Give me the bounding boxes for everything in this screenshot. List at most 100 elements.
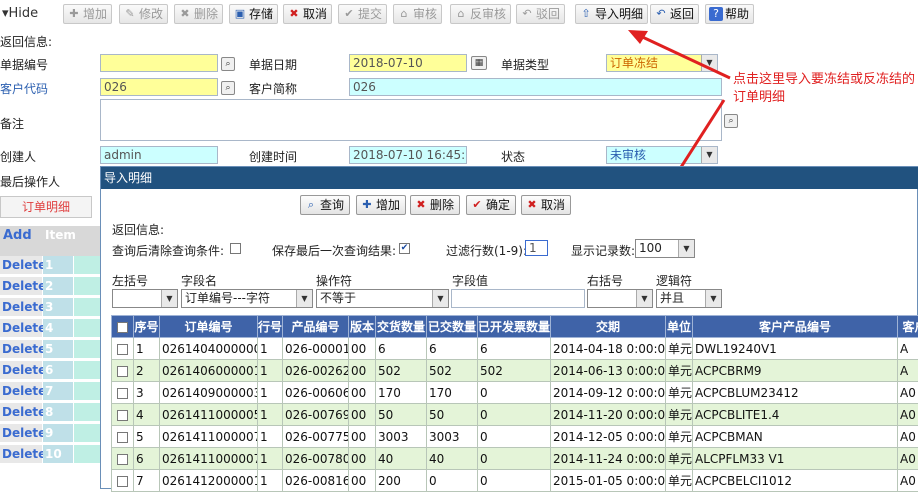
dialog-cancel-button[interactable]: ✖取消 bbox=[521, 195, 571, 215]
remark-field[interactable] bbox=[100, 99, 722, 141]
toolbar-reject-button[interactable]: ↶驳回 bbox=[516, 4, 565, 24]
operator-select[interactable]: 不等于▼ bbox=[316, 289, 449, 308]
toolbar-delete-button[interactable]: ✖删除 bbox=[174, 4, 223, 24]
detail-row-delete-link[interactable]: Delete bbox=[0, 445, 42, 463]
toolbar-return-button[interactable]: ↶返回 bbox=[650, 4, 699, 24]
detail-row-cell[interactable] bbox=[74, 361, 100, 379]
row-select-cell[interactable] bbox=[112, 426, 134, 448]
detail-row-delete-link[interactable]: Delete bbox=[0, 340, 42, 358]
detail-row-cell[interactable] bbox=[74, 277, 100, 295]
detail-row-delete-link[interactable]: Delete bbox=[0, 403, 42, 421]
grid-column-header[interactable]: 已开发票数量 bbox=[478, 316, 551, 338]
table-row[interactable]: 1026140400000011026-00001006662014-04-18… bbox=[112, 338, 918, 360]
customer-picker-icon[interactable]: ⌕ bbox=[221, 81, 235, 95]
toolbar-import-button[interactable]: ⇧导入明细 bbox=[575, 4, 648, 24]
detail-row-cell[interactable] bbox=[74, 256, 100, 274]
dialog-plus-button[interactable]: ✚增加 bbox=[356, 195, 406, 215]
table-row[interactable]: 2026140600000121026-00262005025025022014… bbox=[112, 360, 918, 382]
detail-row-delete-link[interactable]: Delete bbox=[0, 256, 42, 274]
grid-column-header[interactable]: 已交数量 bbox=[427, 316, 478, 338]
field-name-select[interactable]: 订单编号---字符▼ bbox=[181, 289, 313, 308]
detail-row-cell[interactable] bbox=[74, 445, 100, 463]
grid-column-header[interactable]: 客户产品编号 bbox=[693, 316, 898, 338]
grid-column-header[interactable]: 订单编号 bbox=[160, 316, 258, 338]
row-select-cell[interactable] bbox=[112, 338, 134, 360]
toolbar-approve-button[interactable]: ⌂审核 bbox=[393, 4, 442, 24]
row-checkbox[interactable] bbox=[117, 388, 128, 399]
toolbar-submit-button[interactable]: ✔提交 bbox=[338, 4, 387, 24]
row-select-cell[interactable] bbox=[112, 360, 134, 382]
toolbar-unapprove-button[interactable]: ⌂反审核 bbox=[450, 4, 511, 24]
doc-date-field[interactable]: 2018-07-10 bbox=[349, 54, 467, 72]
doc-no-field[interactable] bbox=[100, 54, 218, 72]
doc-no-picker-icon[interactable]: ⌕ bbox=[221, 57, 235, 71]
grid-column-header[interactable]: 交货数量 bbox=[376, 316, 427, 338]
chevron-down-icon[interactable]: ▼ bbox=[636, 290, 652, 307]
toolbar-plus-button[interactable]: ✚增加 bbox=[63, 4, 112, 24]
row-checkbox[interactable] bbox=[117, 344, 128, 355]
detail-row-delete-link[interactable]: Delete bbox=[0, 298, 42, 316]
table-row[interactable]: 7026141200000141026-0081600200002015-01-… bbox=[112, 470, 918, 492]
dialog-confirm-button[interactable]: ✔确定 bbox=[466, 195, 516, 215]
add-row-link[interactable]: Add bbox=[3, 228, 32, 243]
grid-column-header[interactable]: 版本 bbox=[349, 316, 376, 338]
detail-row-delete-link[interactable]: Delete bbox=[0, 361, 42, 379]
detail-row-cell[interactable] bbox=[74, 319, 100, 337]
detail-row-delete-link[interactable]: Delete bbox=[0, 382, 42, 400]
row-select-cell[interactable] bbox=[112, 382, 134, 404]
dialog-delete-button[interactable]: ✖删除 bbox=[410, 195, 460, 215]
grid-column-header[interactable]: 产品编号 bbox=[283, 316, 349, 338]
detail-row-cell[interactable] bbox=[74, 424, 100, 442]
toolbar-edit-button[interactable]: ✎修改 bbox=[119, 4, 168, 24]
select-all-checkbox[interactable] bbox=[117, 322, 128, 333]
logic-select[interactable]: 并且▼ bbox=[656, 289, 722, 308]
show-count-select[interactable]: 100▼ bbox=[635, 239, 695, 258]
chevron-down-icon[interactable]: ▼ bbox=[701, 147, 717, 163]
row-checkbox[interactable] bbox=[117, 432, 128, 443]
detail-row-delete-link[interactable]: Delete bbox=[0, 424, 42, 442]
status-select[interactable]: 未审核▼ bbox=[606, 146, 718, 164]
table-row[interactable]: 3026140900000331026-006060017017002014-0… bbox=[112, 382, 918, 404]
grid-column-header[interactable]: 交期 bbox=[551, 316, 666, 338]
filter-rows-input[interactable]: 1 bbox=[525, 240, 548, 256]
tab-order-detail[interactable]: 订单明细 bbox=[0, 196, 92, 218]
row-select-cell[interactable] bbox=[112, 470, 134, 492]
clear-after-query-checkbox[interactable] bbox=[230, 243, 241, 254]
detail-row-cell[interactable] bbox=[74, 403, 100, 421]
grid-column-header[interactable]: 序号 bbox=[134, 316, 160, 338]
row-checkbox[interactable] bbox=[117, 476, 128, 487]
toolbar-save-button[interactable]: ▣存储 bbox=[229, 4, 278, 24]
row-checkbox[interactable] bbox=[117, 366, 128, 377]
chevron-down-icon[interactable]: ▼ bbox=[701, 55, 717, 71]
row-checkbox[interactable] bbox=[117, 454, 128, 465]
row-select-cell[interactable] bbox=[112, 404, 134, 426]
left-paren-select[interactable]: ▼ bbox=[112, 289, 178, 308]
field-value-input[interactable] bbox=[451, 289, 585, 308]
chevron-down-icon[interactable]: ▼ bbox=[705, 290, 721, 307]
chevron-down-icon[interactable]: ▼ bbox=[432, 290, 448, 307]
grid-column-header[interactable]: 行号 bbox=[258, 316, 283, 338]
dialog-search-button[interactable]: ⌕查询 bbox=[300, 195, 350, 215]
detail-row-delete-link[interactable]: Delete bbox=[0, 277, 42, 295]
detail-row-delete-link[interactable]: Delete bbox=[0, 319, 42, 337]
grid-column-header[interactable]: 单位 bbox=[666, 316, 693, 338]
table-row[interactable]: 6026141100000791026-0078000404002014-11-… bbox=[112, 448, 918, 470]
customer-short-field[interactable]: 026 bbox=[349, 78, 722, 96]
toolbar-cancel-button[interactable]: ✖取消 bbox=[283, 4, 332, 24]
chevron-down-icon[interactable]: ▼ bbox=[678, 240, 694, 257]
table-row[interactable]: 4026141100000581026-0076900505002014-11-… bbox=[112, 404, 918, 426]
chevron-down-icon[interactable]: ▼ bbox=[161, 290, 177, 307]
grid-column-header[interactable]: 客户 bbox=[898, 316, 918, 338]
row-select-cell[interactable] bbox=[112, 448, 134, 470]
detail-row-cell[interactable] bbox=[74, 382, 100, 400]
doc-type-select[interactable]: 订单冻结▼ bbox=[606, 54, 718, 72]
right-paren-select[interactable]: ▼ bbox=[587, 289, 653, 308]
detail-row-cell[interactable] bbox=[74, 340, 100, 358]
detail-row-cell[interactable] bbox=[74, 298, 100, 316]
customer-code-field[interactable]: 026 bbox=[100, 78, 218, 96]
select-all-header[interactable] bbox=[112, 316, 134, 338]
hide-toggle[interactable]: ▾Hide bbox=[2, 6, 38, 21]
table-row[interactable]: 5026141100000701026-00775003003300302014… bbox=[112, 426, 918, 448]
calendar-icon[interactable]: ▦ bbox=[471, 56, 487, 70]
remark-picker-icon[interactable]: ⌕ bbox=[724, 114, 738, 128]
